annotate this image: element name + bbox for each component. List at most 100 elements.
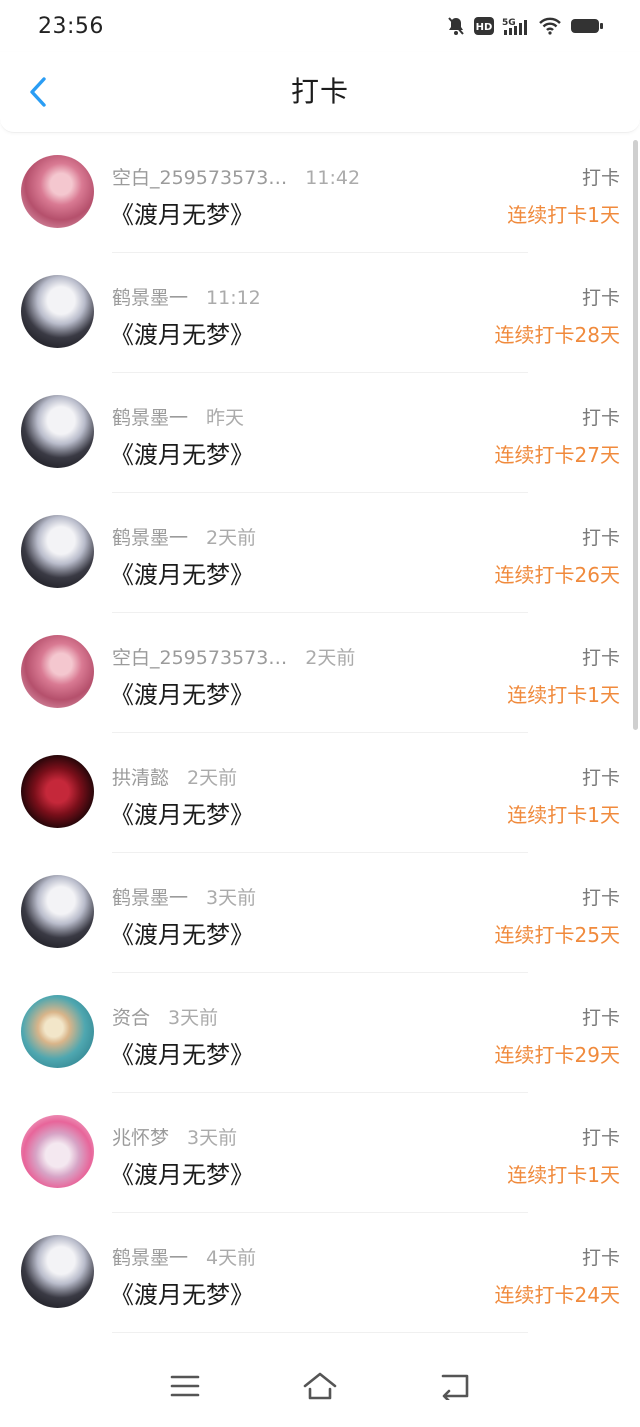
- streak-label: 连续打卡1天: [507, 1163, 620, 1187]
- action-label: 打卡: [581, 1127, 620, 1149]
- action-label: 打卡: [581, 167, 620, 189]
- user-meta: 拱清懿 2天前: [112, 763, 237, 790]
- avatar[interactable]: [21, 755, 94, 828]
- checkin-list: 空白_259573573… 11:42 《渡月无梦》 打卡 连续打卡1天 鹤景墨一…: [0, 133, 640, 1333]
- book-title[interactable]: 《渡月无梦》: [110, 915, 254, 950]
- hd-label: HD: [476, 22, 493, 33]
- streak-label: 连续打卡25天: [494, 923, 620, 947]
- action-label: 打卡: [581, 527, 620, 549]
- action-label: 打卡: [581, 407, 620, 429]
- list-item[interactable]: 空白_259573573… 11:42 《渡月无梦》 打卡 连续打卡1天: [0, 133, 640, 253]
- signal-5g-icon: 5G: [502, 16, 530, 36]
- user-meta: 鹤景墨一 2天前: [112, 523, 256, 550]
- action-label: 打卡: [581, 767, 620, 789]
- home-button[interactable]: [300, 1366, 340, 1406]
- list-item[interactable]: 鹤景墨一 3天前 《渡月无梦》 打卡 连续打卡25天: [0, 853, 640, 973]
- book-title[interactable]: 《渡月无梦》: [110, 675, 254, 710]
- list-item[interactable]: 鹤景墨一 11:12 《渡月无梦》 打卡 连续打卡28天: [0, 253, 640, 373]
- user-meta: 空白_259573573… 2天前: [112, 643, 355, 670]
- home-icon: [303, 1372, 337, 1400]
- battery-icon: [570, 17, 604, 35]
- list-item[interactable]: 鹤景墨一 2天前 《渡月无梦》 打卡 连续打卡26天: [0, 493, 640, 613]
- avatar[interactable]: [21, 995, 94, 1068]
- post-time: 3天前: [187, 1127, 238, 1149]
- avatar[interactable]: [21, 1235, 94, 1308]
- divider: [112, 1332, 528, 1333]
- avatar[interactable]: [21, 875, 94, 948]
- post-time: 11:12: [206, 287, 261, 309]
- status-bar: 23:56 HD 5G: [0, 0, 640, 52]
- user-name[interactable]: 鹤景墨一: [112, 1247, 188, 1269]
- user-meta: 资合 3天前: [112, 1003, 218, 1030]
- list-item[interactable]: 鹤景墨一 昨天 《渡月无梦》 打卡 连续打卡27天: [0, 373, 640, 493]
- header: 打卡: [0, 52, 640, 133]
- list-item[interactable]: 鹤景墨一 4天前 《渡月无梦》 打卡 连续打卡24天: [0, 1213, 640, 1333]
- post-time: 11:42: [305, 167, 361, 189]
- book-title[interactable]: 《渡月无梦》: [110, 195, 254, 230]
- streak-label: 连续打卡26天: [494, 563, 620, 587]
- streak-label: 连续打卡1天: [507, 803, 620, 827]
- streak-label: 连续打卡27天: [494, 443, 620, 467]
- user-name[interactable]: 鹤景墨一: [112, 527, 188, 549]
- action-label: 打卡: [581, 1247, 620, 1269]
- list-item[interactable]: 空白_259573573… 2天前 《渡月无梦》 打卡 连续打卡1天: [0, 613, 640, 733]
- book-title[interactable]: 《渡月无梦》: [110, 795, 254, 830]
- avatar[interactable]: [21, 635, 94, 708]
- scrollbar[interactable]: [633, 140, 638, 730]
- list-item[interactable]: 拱清懿 2天前 《渡月无梦》 打卡 连续打卡1天: [0, 733, 640, 853]
- post-time: 昨天: [206, 407, 245, 429]
- avatar[interactable]: [21, 155, 94, 228]
- streak-label: 连续打卡29天: [494, 1043, 620, 1067]
- streak-label: 连续打卡28天: [494, 323, 620, 347]
- user-name[interactable]: 空白_259573573…: [112, 647, 287, 669]
- user-name[interactable]: 鹤景墨一: [112, 287, 188, 309]
- book-title[interactable]: 《渡月无梦》: [110, 1275, 254, 1310]
- post-time: 3天前: [206, 887, 257, 909]
- wifi-icon: [538, 16, 562, 36]
- avatar[interactable]: [21, 275, 94, 348]
- post-time: 2天前: [187, 767, 238, 789]
- user-meta: 鹤景墨一 4天前: [112, 1243, 256, 1270]
- bell-muted-icon: [446, 16, 466, 36]
- user-name[interactable]: 兆怀梦: [112, 1127, 169, 1149]
- book-title[interactable]: 《渡月无梦》: [110, 1035, 254, 1070]
- menu-button[interactable]: [165, 1366, 205, 1406]
- user-name[interactable]: 资合: [112, 1007, 150, 1029]
- avatar[interactable]: [21, 395, 94, 468]
- streak-label: 连续打卡1天: [507, 203, 620, 227]
- user-name[interactable]: 鹤景墨一: [112, 887, 188, 909]
- action-label: 打卡: [581, 287, 620, 309]
- post-time: 3天前: [168, 1007, 219, 1029]
- streak-label: 连续打卡1天: [507, 683, 620, 707]
- menu-icon: [171, 1375, 200, 1397]
- back-icon: [441, 1374, 468, 1400]
- status-time: 23:56: [38, 13, 104, 39]
- user-meta: 鹤景墨一 3天前: [112, 883, 256, 910]
- user-name[interactable]: 鹤景墨一: [112, 407, 188, 429]
- list-item[interactable]: 资合 3天前 《渡月无梦》 打卡 连续打卡29天: [0, 973, 640, 1093]
- action-label: 打卡: [581, 887, 620, 909]
- action-label: 打卡: [581, 1007, 620, 1029]
- user-meta: 鹤景墨一 昨天: [112, 403, 244, 430]
- avatar[interactable]: [21, 515, 94, 588]
- list-item[interactable]: 兆怀梦 3天前 《渡月无梦》 打卡 连续打卡1天: [0, 1093, 640, 1213]
- user-meta: 鹤景墨一 11:12: [112, 283, 261, 310]
- user-meta: 空白_259573573… 11:42: [112, 163, 360, 190]
- post-time: 2天前: [305, 647, 356, 669]
- book-title[interactable]: 《渡月无梦》: [110, 435, 254, 470]
- avatar[interactable]: [21, 1115, 94, 1188]
- book-title[interactable]: 《渡月无梦》: [110, 1155, 254, 1190]
- user-name[interactable]: 空白_259573573…: [112, 167, 287, 189]
- system-nav-bar: [0, 1345, 640, 1427]
- network-label: 5G: [502, 18, 516, 28]
- action-label: 打卡: [581, 647, 620, 669]
- book-title[interactable]: 《渡月无梦》: [110, 315, 254, 350]
- status-icons: HD 5G: [446, 16, 604, 36]
- user-meta: 兆怀梦 3天前: [112, 1123, 237, 1150]
- back-nav-button[interactable]: [435, 1366, 475, 1406]
- book-title[interactable]: 《渡月无梦》: [110, 555, 254, 590]
- page-title: 打卡: [290, 75, 349, 108]
- user-name[interactable]: 拱清懿: [112, 767, 169, 789]
- post-time: 2天前: [206, 527, 257, 549]
- post-time: 4天前: [206, 1247, 257, 1269]
